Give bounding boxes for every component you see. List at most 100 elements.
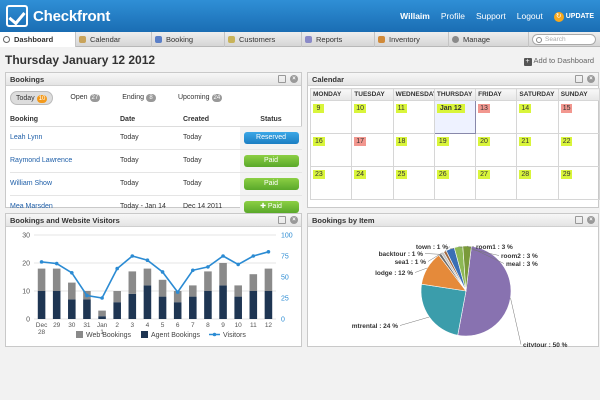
popout-icon[interactable] xyxy=(278,216,286,224)
visitors-point xyxy=(100,296,104,300)
table-row[interactable]: Raymond Lawrence Today Today Paid xyxy=(10,149,302,173)
tab-calendar[interactable]: Calendar xyxy=(76,32,152,47)
calendar-day-cell[interactable]: 18 xyxy=(392,133,435,167)
tab-manage[interactable]: Manage xyxy=(449,32,529,47)
calendar-day-cell[interactable]: 23 xyxy=(309,166,353,200)
status-button[interactable]: Paid xyxy=(243,177,299,190)
close-icon[interactable]: × xyxy=(587,75,595,83)
tab-dashboard[interactable]: Dashboard xyxy=(0,32,76,47)
status-button[interactable]: Reserved xyxy=(243,131,299,144)
calendar-day-cell[interactable]: 16 xyxy=(309,133,353,167)
booking-name-link[interactable]: Raymond Lawrence xyxy=(10,149,120,173)
filter-upcoming[interactable]: Upcoming 24 xyxy=(173,91,227,105)
booking-date: Today xyxy=(120,126,183,150)
x-tick-label: 8 xyxy=(206,322,210,329)
calendar-day-cell[interactable]: 11 xyxy=(392,100,435,134)
paid-check-icon: ✚ xyxy=(260,202,268,210)
table-header-row: Booking Date Created Status xyxy=(10,113,302,127)
calendar-day-cell[interactable]: 10 xyxy=(351,100,394,134)
visitors-point xyxy=(221,254,225,258)
calendar-day-cell[interactable]: 26 xyxy=(433,166,477,200)
booking-created: Today xyxy=(183,149,240,173)
web-bookings-bar xyxy=(219,263,227,286)
calendar-day-cell[interactable]: 24 xyxy=(351,166,394,200)
visitors-point xyxy=(191,268,195,273)
filter-open[interactable]: Open 27 xyxy=(65,91,105,105)
top-nav: Willaim Profile Support Logout ↻ UPDATE xyxy=(389,10,594,22)
booking-name-link[interactable]: William Show xyxy=(10,172,120,196)
calendar-day-cell[interactable]: 21 xyxy=(516,133,559,167)
filter-label: Ending xyxy=(122,94,144,101)
tab-inventory[interactable]: Inventory xyxy=(375,32,449,47)
close-icon[interactable]: × xyxy=(290,216,298,224)
agent-bookings-bar xyxy=(37,291,46,319)
visitors-point xyxy=(160,270,165,274)
booking-name-link[interactable]: Leah Lynn xyxy=(10,126,120,150)
y-tick-label: 20 xyxy=(22,261,30,268)
calendar-day-cell[interactable]: 20 xyxy=(475,133,518,167)
table-row[interactable]: William Show Today Today Paid xyxy=(10,172,302,196)
calendar-day-cell[interactable]: 25 xyxy=(392,166,435,200)
calendar-day-cell[interactable]: 14 xyxy=(516,100,559,134)
calendar-day-cell[interactable]: 15 xyxy=(557,100,600,134)
agent-bookings-bar xyxy=(52,291,61,319)
calendar-day-cell[interactable]: 22 xyxy=(557,133,600,167)
calendar-day-cell[interactable]: 9 xyxy=(309,100,353,134)
close-icon[interactable]: × xyxy=(587,216,595,224)
popout-icon[interactable] xyxy=(575,216,583,224)
calendar-day-number: 26 xyxy=(436,170,449,179)
tab-reports[interactable]: Reports xyxy=(302,32,375,47)
update-button[interactable]: ↻ UPDATE xyxy=(553,10,594,22)
calendar-day-cell[interactable]: 27 xyxy=(475,166,518,200)
x-tick-label: 11 xyxy=(250,322,257,329)
status-label: Paid xyxy=(263,179,278,187)
x-tick-label: Jan xyxy=(97,322,108,329)
calendar-day-cell[interactable]: 17 xyxy=(351,133,394,167)
tab-booking[interactable]: Booking xyxy=(152,32,225,47)
add-to-dashboard-button[interactable]: + Add to Dashboard xyxy=(523,56,594,66)
bookings-visitors-chart: 0 10 20 30 0 25 50 75 100 Dec28 29 30 31 Jan 12 3 4 5 6 7 8 9… xyxy=(22,233,293,340)
main-tab-bar: Dashboard Calendar Booking Customers Rep… xyxy=(0,32,600,47)
pie-leader-line xyxy=(510,297,522,345)
calendar-day-header: THURSDAY xyxy=(433,88,477,101)
web-bookings-bar xyxy=(37,268,46,291)
calendar-day-number: 14 xyxy=(519,104,532,113)
calendar-day-cell[interactable]: 19 xyxy=(433,133,477,167)
pie-slice-label: mtrental : 24 % xyxy=(352,323,398,330)
status-label: Paid xyxy=(263,156,278,164)
status-button[interactable]: Paid xyxy=(243,154,299,167)
calendar-day-cell[interactable]: 28 xyxy=(516,166,559,200)
user-link[interactable]: Willaim xyxy=(400,11,430,21)
filter-ending[interactable]: Ending 8 xyxy=(117,91,161,105)
calendar-grid: MONDAY TUESDAY WEDNESDAY THURSDAY FRIDAY SATU… xyxy=(309,88,600,200)
popout-icon[interactable] xyxy=(575,75,583,83)
popout-icon[interactable] xyxy=(278,75,286,83)
filter-today[interactable]: Today 10 xyxy=(10,91,54,105)
search-icon xyxy=(536,37,542,43)
close-icon[interactable]: × xyxy=(290,75,298,83)
y2-tick-label: 0 xyxy=(281,317,285,324)
calendar-day-number: 27 xyxy=(478,170,490,179)
calendar-week-row: 9 10 11 Jan 12 13 14 15 xyxy=(309,100,600,134)
profile-link[interactable]: Profile xyxy=(441,11,465,21)
pie-slice-label: room1 : 3 % xyxy=(476,244,513,251)
logo[interactable]: Checkfront xyxy=(6,5,110,27)
tab-label: Manage xyxy=(463,35,491,44)
agent-bookings-bar xyxy=(68,299,76,319)
inventory-icon xyxy=(378,36,385,43)
logout-link[interactable]: Logout xyxy=(517,11,543,21)
table-row[interactable]: Leah Lynn Today Today Reserved xyxy=(10,126,302,150)
x-tick-label: 29 xyxy=(53,322,61,329)
tab-customers[interactable]: Customers xyxy=(225,32,302,47)
calendar-day-cell[interactable]: 29 xyxy=(557,166,600,200)
status-button[interactable]: ✚ Paid xyxy=(243,200,299,213)
calendar-day-number: 25 xyxy=(395,170,408,179)
calendar-day-number: 10 xyxy=(354,104,367,113)
web-bookings-bar xyxy=(204,271,212,291)
booking-status-cell: Paid xyxy=(240,172,302,196)
calendar-day-cell[interactable]: Jan 12 xyxy=(433,100,477,134)
calendar-day-cell[interactable]: 13 xyxy=(475,100,518,134)
y2-tick-label: 100 xyxy=(281,233,293,240)
bookings-panel: Bookings × Today 10 Open 27 Ending 8 Upcomi… xyxy=(5,72,302,219)
support-link[interactable]: Support xyxy=(476,11,506,21)
